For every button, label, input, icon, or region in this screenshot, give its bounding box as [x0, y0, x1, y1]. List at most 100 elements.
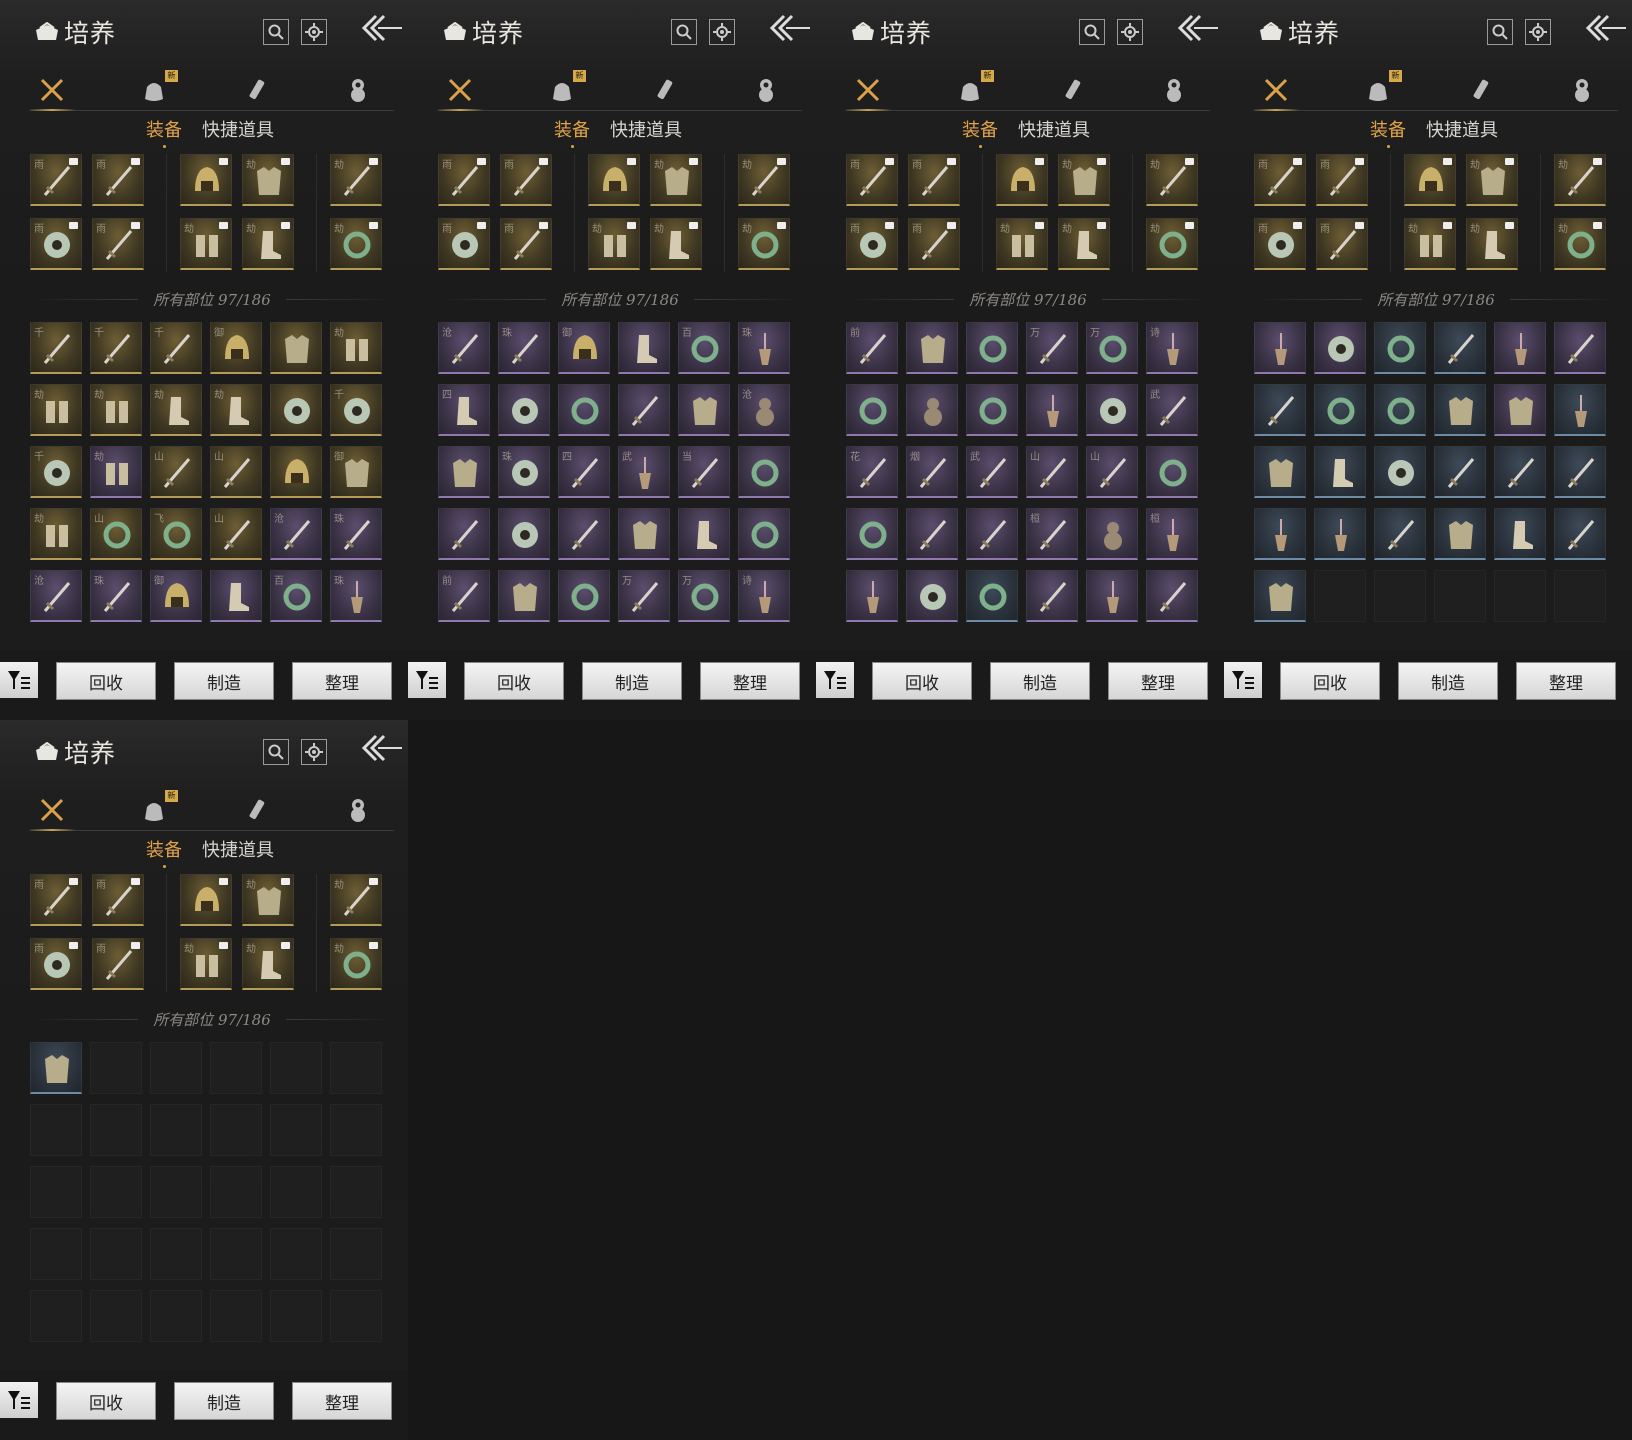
equipped-slot[interactable]: 雨: [908, 218, 960, 270]
equipped-slot[interactable]: 雨: [92, 874, 144, 926]
inventory-slot[interactable]: 珠: [330, 508, 382, 560]
equipped-slot[interactable]: 雨: [1254, 218, 1306, 270]
inventory-slot[interactable]: [1554, 322, 1606, 374]
inventory-slot[interactable]: [270, 1166, 322, 1218]
inventory-slot[interactable]: [270, 1042, 322, 1094]
inventory-slot[interactable]: 劫: [150, 384, 202, 436]
inventory-slot[interactable]: [1494, 446, 1546, 498]
tab-scrolls[interactable]: [648, 74, 680, 106]
search-button[interactable]: [1079, 19, 1105, 45]
settings-button[interactable]: [1117, 19, 1143, 45]
inventory-slot[interactable]: [1314, 570, 1366, 622]
inventory-slot[interactable]: [438, 446, 490, 498]
inventory-slot[interactable]: 万: [1086, 322, 1138, 374]
equipped-slot[interactable]: 劫: [330, 154, 382, 206]
equipped-slot[interactable]: 劫: [330, 874, 382, 926]
inventory-slot[interactable]: 劫: [90, 384, 142, 436]
inventory-slot[interactable]: [906, 508, 958, 560]
inventory-slot[interactable]: [1434, 508, 1486, 560]
inventory-slot[interactable]: 万: [678, 570, 730, 622]
back-arrow-icon[interactable]: [360, 10, 404, 48]
inventory-slot[interactable]: 劫: [30, 384, 82, 436]
equipped-slot[interactable]: 劫: [330, 938, 382, 990]
equipped-slot[interactable]: 劫: [242, 938, 294, 990]
inventory-slot[interactable]: [1374, 322, 1426, 374]
inventory-slot[interactable]: [90, 1042, 142, 1094]
inventory-slot[interactable]: 沧: [438, 322, 490, 374]
tab-materials[interactable]: [342, 74, 374, 106]
equipped-slot[interactable]: 劫: [242, 154, 294, 206]
inventory-slot[interactable]: 珠: [738, 322, 790, 374]
inventory-slot[interactable]: [906, 570, 958, 622]
inventory-slot[interactable]: [30, 1042, 82, 1094]
subtab-quick-items[interactable]: 快捷道具: [610, 116, 682, 142]
inventory-slot[interactable]: 百: [678, 322, 730, 374]
inventory-slot[interactable]: 劫: [210, 384, 262, 436]
search-button[interactable]: [1487, 19, 1513, 45]
inventory-slot[interactable]: 百: [270, 570, 322, 622]
inventory-slot[interactable]: [210, 570, 262, 622]
inventory-slot[interactable]: 烟: [906, 446, 958, 498]
recycle-button[interactable]: 回收: [464, 662, 564, 700]
sort-button[interactable]: 整理: [292, 662, 392, 700]
inventory-slot[interactable]: [330, 1104, 382, 1156]
equipped-slot[interactable]: 劫: [738, 218, 790, 270]
inventory-slot[interactable]: [30, 1166, 82, 1218]
inventory-slot[interactable]: 御: [210, 322, 262, 374]
inventory-slot[interactable]: [738, 446, 790, 498]
inventory-slot[interactable]: 前: [438, 570, 490, 622]
tab-materials[interactable]: [1158, 74, 1190, 106]
inventory-slot[interactable]: [1254, 446, 1306, 498]
equipped-slot[interactable]: 劫: [650, 154, 702, 206]
inventory-slot[interactable]: [1554, 446, 1606, 498]
back-arrow-icon[interactable]: [1584, 10, 1628, 48]
inventory-slot[interactable]: 武: [618, 446, 670, 498]
equipped-slot[interactable]: [180, 874, 232, 926]
tab-scrolls[interactable]: [240, 794, 272, 826]
recycle-button[interactable]: 回收: [56, 662, 156, 700]
settings-button[interactable]: [301, 19, 327, 45]
inventory-slot[interactable]: [1554, 384, 1606, 436]
inventory-slot[interactable]: [210, 1166, 262, 1218]
inventory-slot[interactable]: [210, 1290, 262, 1342]
inventory-slot[interactable]: 御: [558, 322, 610, 374]
subtab-quick-items[interactable]: 快捷道具: [202, 836, 274, 862]
inventory-slot[interactable]: [1314, 322, 1366, 374]
inventory-slot[interactable]: 千: [90, 322, 142, 374]
inventory-slot[interactable]: [738, 508, 790, 560]
inventory-slot[interactable]: [1374, 508, 1426, 560]
inventory-slot[interactable]: [1254, 508, 1306, 560]
inventory-slot[interactable]: 御: [150, 570, 202, 622]
filter-button[interactable]: [816, 662, 854, 698]
equipped-slot[interactable]: 雨: [30, 218, 82, 270]
inventory-slot[interactable]: [1434, 322, 1486, 374]
tab-consumables[interactable]: 新: [1362, 70, 1402, 106]
inventory-slot[interactable]: [150, 1166, 202, 1218]
inventory-slot[interactable]: 当: [678, 446, 730, 498]
inventory-slot[interactable]: [498, 508, 550, 560]
inventory-slot[interactable]: [90, 1166, 142, 1218]
search-button[interactable]: [263, 739, 289, 765]
tab-scrolls[interactable]: [240, 74, 272, 106]
inventory-slot[interactable]: [1374, 384, 1426, 436]
equipped-slot[interactable]: 雨: [438, 218, 490, 270]
inventory-slot[interactable]: 御: [330, 446, 382, 498]
inventory-slot[interactable]: 珠: [498, 446, 550, 498]
equipped-slot[interactable]: 雨: [908, 154, 960, 206]
equipped-slot[interactable]: 劫: [1058, 154, 1110, 206]
inventory-slot[interactable]: [1494, 508, 1546, 560]
inventory-slot[interactable]: [846, 570, 898, 622]
inventory-slot[interactable]: [30, 1228, 82, 1280]
inventory-slot[interactable]: [618, 322, 670, 374]
equipped-slot[interactable]: 劫: [588, 218, 640, 270]
tab-equipment[interactable]: [1252, 74, 1300, 111]
inventory-slot[interactable]: 武: [966, 446, 1018, 498]
equipped-slot[interactable]: 劫: [1466, 154, 1518, 206]
inventory-slot[interactable]: 万: [1026, 322, 1078, 374]
tab-materials[interactable]: [750, 74, 782, 106]
equipped-slot[interactable]: 劫: [242, 218, 294, 270]
inventory-slot[interactable]: [1086, 570, 1138, 622]
equipped-slot[interactable]: 雨: [438, 154, 490, 206]
inventory-slot[interactable]: [558, 570, 610, 622]
tab-materials[interactable]: [342, 794, 374, 826]
